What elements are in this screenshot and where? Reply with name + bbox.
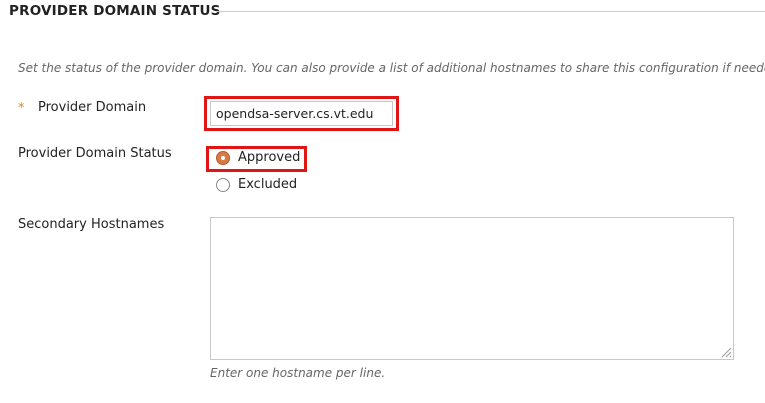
section-divider: [216, 11, 765, 12]
section-header: PROVIDER DOMAIN STATUS: [9, 2, 765, 22]
section-title: PROVIDER DOMAIN STATUS: [9, 3, 221, 19]
required-indicator: *: [18, 101, 25, 116]
secondary-hostnames-label: Secondary Hostnames: [18, 217, 165, 232]
secondary-hostnames-help: Enter one hostname per line.: [210, 366, 386, 380]
secondary-hostnames-textarea[interactable]: [210, 217, 734, 360]
provider-domain-status-label: Provider Domain Status: [18, 146, 172, 161]
approved-label[interactable]: Approved: [238, 150, 300, 165]
excluded-radio[interactable]: [216, 178, 230, 192]
section-description: Set the status of the provider domain. Y…: [18, 61, 765, 75]
resize-grip-icon[interactable]: [720, 346, 732, 358]
approved-radio[interactable]: [216, 151, 230, 165]
excluded-label[interactable]: Excluded: [238, 177, 297, 192]
provider-domain-input[interactable]: [210, 101, 393, 126]
provider-domain-label: Provider Domain: [38, 100, 147, 115]
